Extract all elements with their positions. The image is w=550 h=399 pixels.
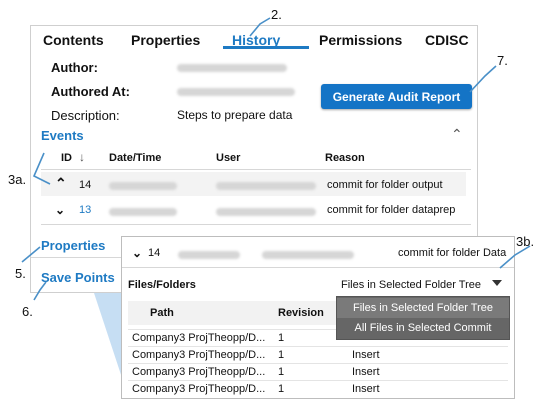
callout-line-6 bbox=[33, 281, 47, 301]
callout-line-3a bbox=[32, 152, 51, 185]
callout-5: 5. bbox=[15, 266, 26, 281]
callout-line-7 bbox=[469, 65, 497, 93]
callout-line-3b bbox=[499, 245, 531, 269]
callout-line-2 bbox=[249, 17, 271, 37]
callout-3a: 3a. bbox=[8, 172, 27, 187]
callout-6: 6. bbox=[22, 304, 33, 319]
callout-7: 7. bbox=[497, 53, 508, 68]
callout-lines bbox=[21, 17, 531, 301]
callout-3b: 3b. bbox=[516, 234, 535, 249]
callout-line-5 bbox=[21, 246, 41, 263]
callout-2: 2. bbox=[271, 7, 282, 22]
